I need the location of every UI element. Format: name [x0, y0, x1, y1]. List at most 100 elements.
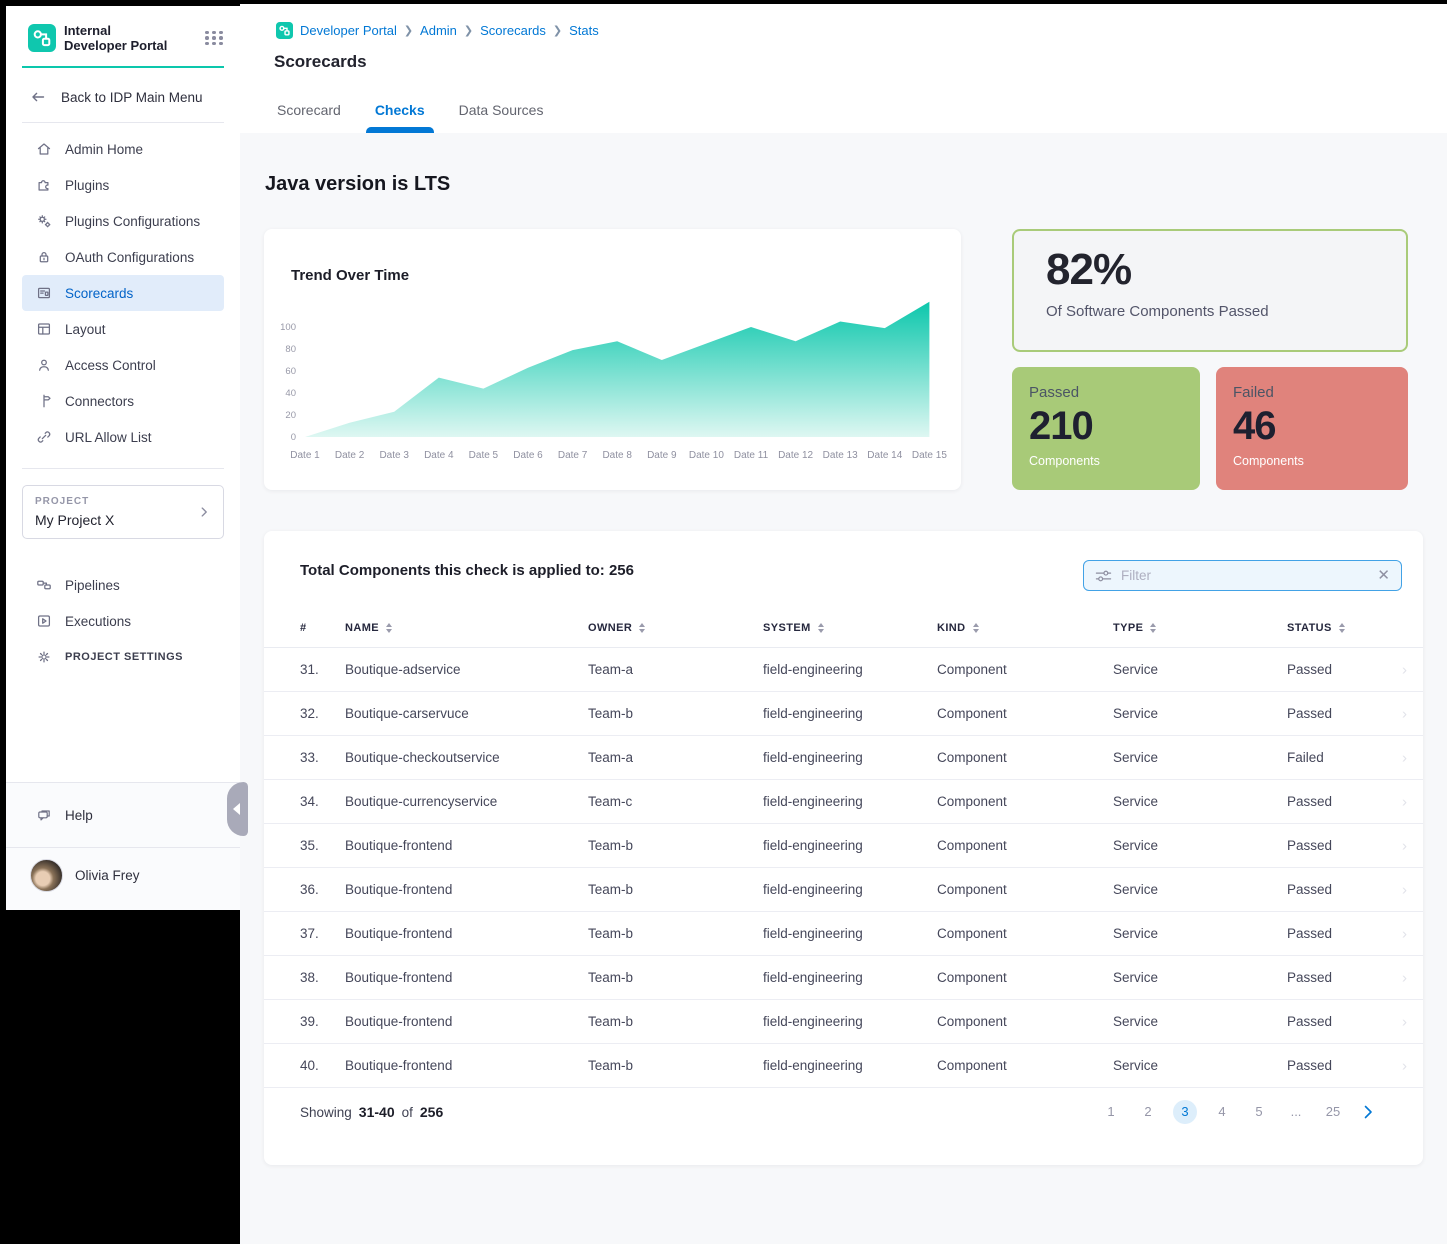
sort-icon[interactable]	[973, 623, 979, 634]
passed-card: Passed 210 Components	[1012, 367, 1200, 490]
scorecard-icon	[36, 285, 52, 301]
cell-owner: Team-b	[588, 1014, 763, 1029]
sidebar-collapse-handle[interactable]	[227, 782, 248, 836]
breadcrumb-separator: ❯	[404, 24, 413, 37]
row-chevron-icon: ›	[1402, 881, 1407, 898]
sidebar-item-connectors[interactable]: Connectors	[22, 383, 224, 419]
cell-type: Service	[1113, 970, 1287, 985]
cell-status: Passed	[1287, 662, 1399, 677]
sidebar-item-plugins-configurations[interactable]: Plugins Configurations	[22, 203, 224, 239]
page-4[interactable]: 4	[1210, 1100, 1234, 1124]
cell-kind: Component	[937, 926, 1113, 941]
trend-area	[305, 302, 929, 437]
tab-scorecard[interactable]: Scorecard	[277, 102, 341, 133]
user-menu[interactable]: Olivia Frey	[6, 847, 240, 910]
tab-checks[interactable]: Checks	[375, 102, 425, 133]
sidebar-item-admin-home[interactable]: Admin Home	[22, 131, 224, 167]
next-page-button[interactable]	[1358, 1102, 1378, 1122]
passed-label: Passed	[1029, 384, 1200, 401]
sidebar-item-pipelines[interactable]: Pipelines	[22, 567, 224, 603]
breadcrumb-link-admin[interactable]: Admin	[420, 23, 457, 38]
breadcrumb-link-scorecards[interactable]: Scorecards	[480, 23, 546, 38]
row-chevron-icon: ›	[1402, 749, 1407, 766]
page-25[interactable]: 25	[1321, 1100, 1345, 1124]
cell-owner: Team-b	[588, 926, 763, 941]
sidebar-item-layout[interactable]: Layout	[22, 311, 224, 347]
close-icon[interactable]: ✕	[1377, 568, 1390, 583]
breadcrumb-link-stats[interactable]: Stats	[569, 23, 599, 38]
arrow-left-icon	[30, 89, 46, 105]
cell-system: field-engineering	[763, 750, 937, 765]
table-row[interactable]: 31.Boutique-adserviceTeam-afield-enginee…	[264, 648, 1423, 692]
table-row[interactable]: 32.Boutique-carservuceTeam-bfield-engine…	[264, 692, 1423, 736]
table-row[interactable]: 34.Boutique-currencyserviceTeam-cfield-e…	[264, 780, 1423, 824]
sidebar-item-executions[interactable]: Executions	[22, 603, 224, 639]
table-row[interactable]: 35.Boutique-frontendTeam-bfield-engineer…	[264, 824, 1423, 868]
filter-input[interactable]	[1121, 568, 1368, 583]
project-selector[interactable]: PROJECT My Project X	[22, 485, 224, 539]
cell-num: 36.	[300, 882, 345, 897]
column-header-system[interactable]: SYSTEM	[763, 622, 937, 634]
sort-icon[interactable]	[1150, 623, 1156, 634]
y-tick-label: 20	[285, 410, 296, 421]
sidebar-item-plugins[interactable]: Plugins	[22, 167, 224, 203]
cell-num: 39.	[300, 1014, 345, 1029]
page-3[interactable]: 3	[1173, 1100, 1197, 1124]
cell-num: 34.	[300, 794, 345, 809]
table-row[interactable]: 33.Boutique-checkoutserviceTeam-afield-e…	[264, 736, 1423, 780]
column-header-status[interactable]: STATUS	[1287, 622, 1399, 634]
cell-status: Passed	[1287, 926, 1399, 941]
page-2[interactable]: 2	[1136, 1100, 1160, 1124]
cell-status: Passed	[1287, 882, 1399, 897]
cell-num: 33.	[300, 750, 345, 765]
column-header-type[interactable]: TYPE	[1113, 622, 1287, 634]
page-1[interactable]: 1	[1099, 1100, 1123, 1124]
main-area: Developer Portal❯Admin❯Scorecards❯Stats …	[240, 4, 1447, 1244]
cell-name: Boutique-currencyservice	[345, 794, 588, 809]
cell-owner: Team-b	[588, 970, 763, 985]
table-row[interactable]: 37.Boutique-frontendTeam-bfield-engineer…	[264, 912, 1423, 956]
sidebar-item-project-settings[interactable]: PROJECT SETTINGS	[22, 639, 224, 675]
trend-chart-card: Trend Over Time 020406080100Date 1Date 2…	[264, 229, 961, 490]
cell-status: Passed	[1287, 970, 1399, 985]
page-5[interactable]: 5	[1247, 1100, 1271, 1124]
column-header-kind[interactable]: KIND	[937, 622, 1113, 634]
failed-card: Failed 46 Components	[1216, 367, 1408, 490]
sort-icon[interactable]	[639, 623, 645, 634]
home-icon	[36, 141, 52, 157]
project-eyebrow: PROJECT	[35, 496, 211, 507]
column-label: SYSTEM	[763, 622, 811, 634]
breadcrumb-link-developer-portal[interactable]: Developer Portal	[300, 23, 397, 38]
back-to-idp-main-menu[interactable]: Back to IDP Main Menu	[6, 68, 240, 122]
lock-icon	[36, 249, 52, 265]
cell-type: Service	[1113, 750, 1287, 765]
layout-icon	[36, 321, 52, 337]
sort-icon[interactable]	[818, 623, 824, 634]
tab-data-sources[interactable]: Data Sources	[459, 102, 544, 133]
table-row[interactable]: 38.Boutique-frontendTeam-bfield-engineer…	[264, 956, 1423, 1000]
sidebar-item-label: Access Control	[65, 358, 156, 373]
sort-icon[interactable]	[1339, 623, 1345, 634]
sidebar-item-scorecards[interactable]: Scorecards	[22, 275, 224, 311]
row-chevron-icon: ›	[1402, 837, 1407, 854]
cell-kind: Component	[937, 794, 1113, 809]
sort-icon[interactable]	[386, 623, 392, 634]
table-row[interactable]: 40.Boutique-frontendTeam-bfield-engineer…	[264, 1044, 1423, 1088]
sidebar-item-access-control[interactable]: Access Control	[22, 347, 224, 383]
cell-kind: Component	[937, 970, 1113, 985]
cell-owner: Team-b	[588, 1058, 763, 1073]
column-header-owner[interactable]: OWNER	[588, 622, 763, 634]
x-tick-label: Date 10	[689, 450, 724, 461]
column-header-name[interactable]: NAME	[345, 622, 588, 634]
x-tick-label: Date 5	[469, 450, 499, 461]
cell-type: Service	[1113, 662, 1287, 677]
cell-system: field-engineering	[763, 882, 937, 897]
app-grid-icon[interactable]	[205, 31, 224, 46]
help-button[interactable]: Help	[6, 783, 240, 847]
table-row[interactable]: 36.Boutique-frontendTeam-bfield-engineer…	[264, 868, 1423, 912]
sidebar-item-oauth-configurations[interactable]: OAuth Configurations	[22, 239, 224, 275]
row-chevron-icon: ›	[1402, 793, 1407, 810]
sidebar: Internal Developer Portal Back to IDP Ma…	[6, 6, 240, 910]
sidebar-item-url-allow-list[interactable]: URL Allow List	[22, 419, 224, 455]
table-row[interactable]: 39.Boutique-frontendTeam-bfield-engineer…	[264, 1000, 1423, 1044]
